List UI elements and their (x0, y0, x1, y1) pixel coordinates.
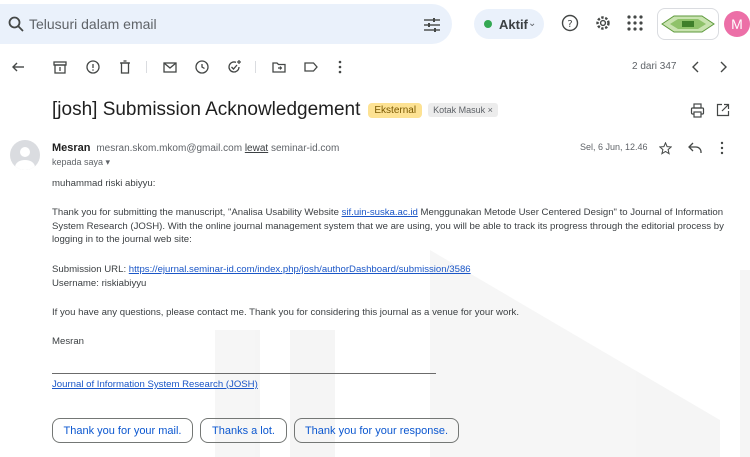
toolbar-divider (146, 61, 147, 73)
mark-unread-icon[interactable] (162, 59, 178, 75)
email-subject: [josh] Submission Acknowledgement (52, 99, 361, 120)
status-selector[interactable]: Aktif ⌄ (474, 9, 544, 39)
paragraph-text: Menggunakan Metode User Centered Design"… (417, 207, 724, 218)
paragraph-text: System Research (JOSH). With the online … (52, 220, 724, 232)
journal-link[interactable]: Journal of Information System Research (… (52, 379, 258, 390)
account-avatar[interactable]: M (724, 11, 750, 37)
next-chevron-icon[interactable] (715, 59, 731, 75)
sender-name[interactable]: Mesran (52, 142, 91, 154)
chevron-down-icon: ⌄ (528, 18, 537, 29)
via-link[interactable]: lewat (245, 143, 268, 154)
more-vertical-icon[interactable] (719, 141, 725, 155)
organization-logo[interactable] (657, 8, 719, 40)
open-in-new-window-icon[interactable] (716, 103, 730, 117)
reply-icon[interactable] (688, 142, 702, 154)
signoff-name: Mesran (52, 336, 84, 347)
report-spam-icon[interactable] (85, 59, 101, 75)
via-domain: seminar-id.com (270, 143, 340, 154)
help-icon[interactable]: ? (561, 14, 579, 32)
sender-email: mesran.skom.mkom@gmail.com (96, 143, 243, 154)
snooze-clock-icon[interactable] (194, 59, 210, 75)
more-vertical-icon[interactable] (332, 59, 348, 75)
submission-url-link[interactable]: https://ejurnal.seminar-id.com/index.php… (129, 264, 471, 275)
email-subject-row: [josh] Submission Acknowledgement Ekster… (52, 98, 498, 122)
external-label-badge: Eksternal (368, 102, 423, 118)
university-logo-icon (661, 15, 715, 33)
message-toolbar: 2 dari 347 (0, 52, 750, 82)
label-icon[interactable] (303, 59, 319, 75)
search-options-icon[interactable] (424, 18, 440, 32)
email-date: Sel, 6 Jun, 12.46 (580, 142, 648, 152)
submission-url-line: Submission URL: https://ejurnal.seminar-… (52, 263, 471, 277)
back-arrow-icon[interactable] (10, 59, 26, 75)
status-label: Aktif (499, 17, 528, 32)
signature: Journal of Information System Research (… (52, 378, 258, 392)
apps-grid-icon[interactable] (626, 14, 644, 32)
previous-chevron-icon[interactable] (688, 59, 704, 75)
website-link[interactable]: sif.uin-suska.ac.id (342, 207, 418, 218)
archive-icon[interactable] (52, 59, 68, 75)
search-icon[interactable] (8, 16, 24, 32)
person-icon (15, 147, 35, 170)
signature-divider (52, 373, 436, 374)
smart-reply-button[interactable]: Thank you for your response. (294, 418, 459, 443)
smart-reply-button[interactable]: Thank you for your mail. (52, 418, 193, 443)
email-paragraph: Thank you for submitting the manuscript,… (52, 206, 742, 247)
inbox-label-chip[interactable]: Kotak Masuk × (428, 103, 498, 117)
move-to-folder-icon[interactable] (271, 59, 287, 75)
search-input[interactable]: Telusuri dalam email (29, 16, 157, 32)
smart-reply-button[interactable]: Thanks a lot. (200, 418, 287, 443)
active-status-dot (484, 20, 492, 28)
add-task-icon[interactable] (226, 59, 242, 75)
recipient-details-toggle[interactable]: kepada saya ▾ (52, 157, 110, 168)
search-box[interactable]: Telusuri dalam email (0, 4, 452, 44)
top-bar: Telusuri dalam email Aktif ⌄ ? M (0, 0, 750, 48)
sender-info: Mesran mesran.skom.mkom@gmail.com lewat … (52, 142, 339, 154)
star-icon[interactable] (659, 142, 672, 155)
submission-url-label: Submission URL: (52, 264, 129, 275)
toolbar-divider (255, 61, 256, 73)
message-position-counter: 2 dari 347 (632, 61, 677, 72)
delete-icon[interactable] (117, 59, 133, 75)
svg-text:?: ? (567, 19, 572, 30)
email-paragraph: If you have any questions, please contac… (52, 307, 519, 318)
username-line: Username: riskiabiyyu (52, 278, 147, 289)
paragraph-text: Thank you for submitting the manuscript,… (52, 207, 342, 218)
email-greeting: muhammad riski abiyyu: (52, 178, 156, 189)
print-icon[interactable] (690, 103, 705, 118)
sender-avatar[interactable] (10, 140, 40, 170)
paragraph-text: logging in to the journal web site: (52, 234, 192, 245)
gear-icon[interactable] (594, 14, 612, 32)
